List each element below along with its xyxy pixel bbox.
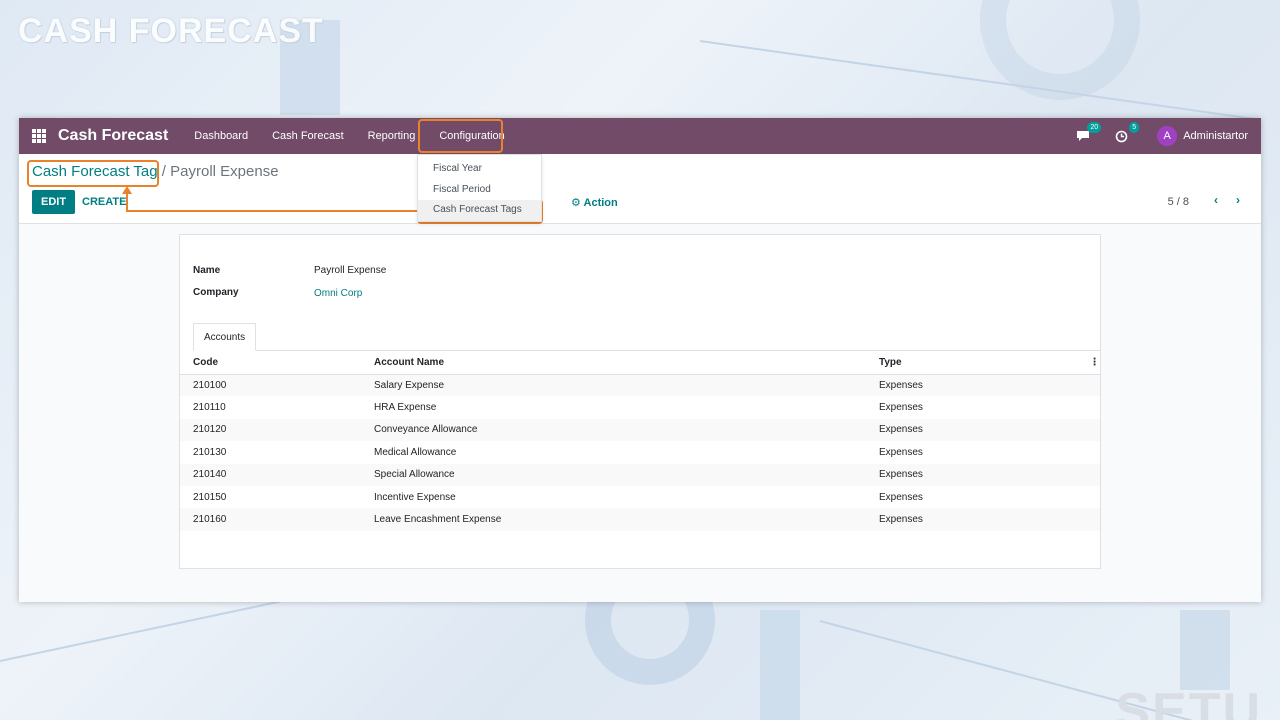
name-value: Payroll Expense (314, 265, 387, 276)
cell-type: Expenses (879, 379, 923, 391)
breadcrumb-current: Payroll Expense (170, 163, 279, 180)
company-label: Company (193, 287, 239, 298)
watermark-title: CASH FORECAST (18, 12, 324, 50)
watermark-logo: SETU (1115, 683, 1262, 720)
pager-next-icon[interactable]: › (1231, 193, 1245, 209)
table-row[interactable]: 210100 Salary Expense Expenses (180, 374, 1100, 397)
cell-account-name: HRA Expense (374, 402, 437, 414)
name-label: Name (193, 265, 221, 276)
navbar-systray: 20 5 A Administartor (1071, 118, 1261, 154)
activities-badge: 5 (1129, 122, 1140, 133)
cell-code: 210130 (193, 446, 227, 458)
gear-icon: ⚙ (571, 197, 581, 209)
cell-type: Expenses (879, 491, 923, 503)
messages-icon[interactable]: 20 (1071, 122, 1102, 146)
cell-code: 210110 (193, 402, 226, 414)
column-header-code[interactable]: Code (180, 352, 374, 375)
messages-badge: 20 (1087, 122, 1102, 133)
column-header-account-name[interactable]: Account Name (374, 352, 879, 375)
app-brand[interactable]: Cash Forecast (58, 127, 168, 145)
cell-type: Expenses (879, 469, 923, 481)
cell-account-name: Medical Allowance (374, 446, 457, 458)
table-row[interactable]: 210130 Medical Allowance Expenses (180, 441, 1100, 463)
cell-type: Expenses (879, 424, 923, 436)
app-window: Cash Forecast Dashboard Cash Forecast Re… (19, 118, 1261, 602)
configuration-dropdown: Fiscal Year Fiscal Period Cash Forecast … (417, 154, 542, 222)
user-menu[interactable]: Administartor (1183, 130, 1248, 142)
cell-account-name: Conveyance Allowance (374, 424, 478, 436)
pager-value[interactable]: 5 / 8 (1168, 196, 1189, 208)
menu-dashboard[interactable]: Dashboard (182, 118, 260, 154)
cell-code: 210140 (193, 469, 227, 481)
cell-account-name: Salary Expense (374, 379, 445, 391)
cell-type: Expenses (879, 446, 923, 458)
top-navbar: Cash Forecast Dashboard Cash Forecast Re… (19, 118, 1261, 154)
menu-configuration[interactable]: Configuration (427, 118, 516, 154)
activities-icon[interactable]: 5 (1109, 122, 1140, 146)
cell-account-name: Incentive Expense (374, 491, 456, 503)
breadcrumb-parent-link[interactable]: Cash Forecast Tag (32, 163, 158, 180)
table-header-row: Code Account Name Type ⋮ (180, 352, 1100, 375)
column-header-type[interactable]: Type (879, 352, 1089, 375)
accounts-table: Code Account Name Type ⋮ 210100 Salary E… (180, 352, 1100, 531)
table-row[interactable]: 210110 HRA Expense Expenses (180, 396, 1100, 418)
menu-cash-forecast[interactable]: Cash Forecast (260, 118, 356, 154)
cell-type: Expenses (879, 514, 923, 526)
menu-reporting[interactable]: Reporting (356, 118, 428, 154)
table-row[interactable]: 210160 Leave Encashment Expense Expenses (180, 508, 1100, 531)
form-sheet: Name Payroll Expense Company Omni Corp A… (179, 234, 1101, 569)
cell-account-name: Special Allowance (374, 469, 455, 481)
breadcrumb-separator: / (161, 163, 166, 180)
action-label: Action (583, 197, 618, 209)
table-row[interactable]: 210120 Conveyance Allowance Expenses (180, 418, 1100, 442)
bg-bar-decoration (760, 610, 800, 720)
dropdown-item-fiscal-year[interactable]: Fiscal Year (418, 159, 541, 180)
dropdown-item-cash-forecast-tags[interactable]: Cash Forecast Tags (418, 200, 541, 221)
dropdown-item-fiscal-period[interactable]: Fiscal Period (418, 180, 541, 201)
cell-code: 210160 (193, 514, 227, 526)
cell-code: 210120 (193, 424, 227, 436)
bg-ring-decoration (980, 0, 1140, 100)
edit-button[interactable]: EDIT (32, 190, 76, 214)
bg-bar-decoration (1180, 610, 1230, 690)
company-link[interactable]: Omni Corp (314, 288, 362, 299)
column-options-icon[interactable]: ⋮ (1089, 352, 1100, 375)
table-row[interactable]: 210150 Incentive Expense Expenses (180, 486, 1100, 508)
notebook-tabs: Accounts (193, 323, 1100, 351)
cell-account-name: Leave Encashment Expense (374, 514, 502, 526)
tab-accounts[interactable]: Accounts (193, 323, 257, 351)
pager-previous-icon[interactable]: ‹ (1209, 193, 1223, 209)
breadcrumb: Cash Forecast Tag / Payroll Expense (32, 163, 279, 180)
table-row[interactable]: 210140 Special Allowance Expenses (180, 463, 1100, 486)
arrow-annotation-icon (122, 186, 417, 212)
bg-line-decoration (699, 40, 1255, 120)
cell-code: 210150 (193, 491, 227, 503)
cell-code: 210100 (193, 379, 227, 391)
avatar[interactable]: A (1157, 126, 1178, 146)
cell-type: Expenses (879, 402, 923, 414)
apps-menu-icon[interactable] (32, 129, 46, 143)
action-menu[interactable]: ⚙ Action (571, 196, 618, 209)
